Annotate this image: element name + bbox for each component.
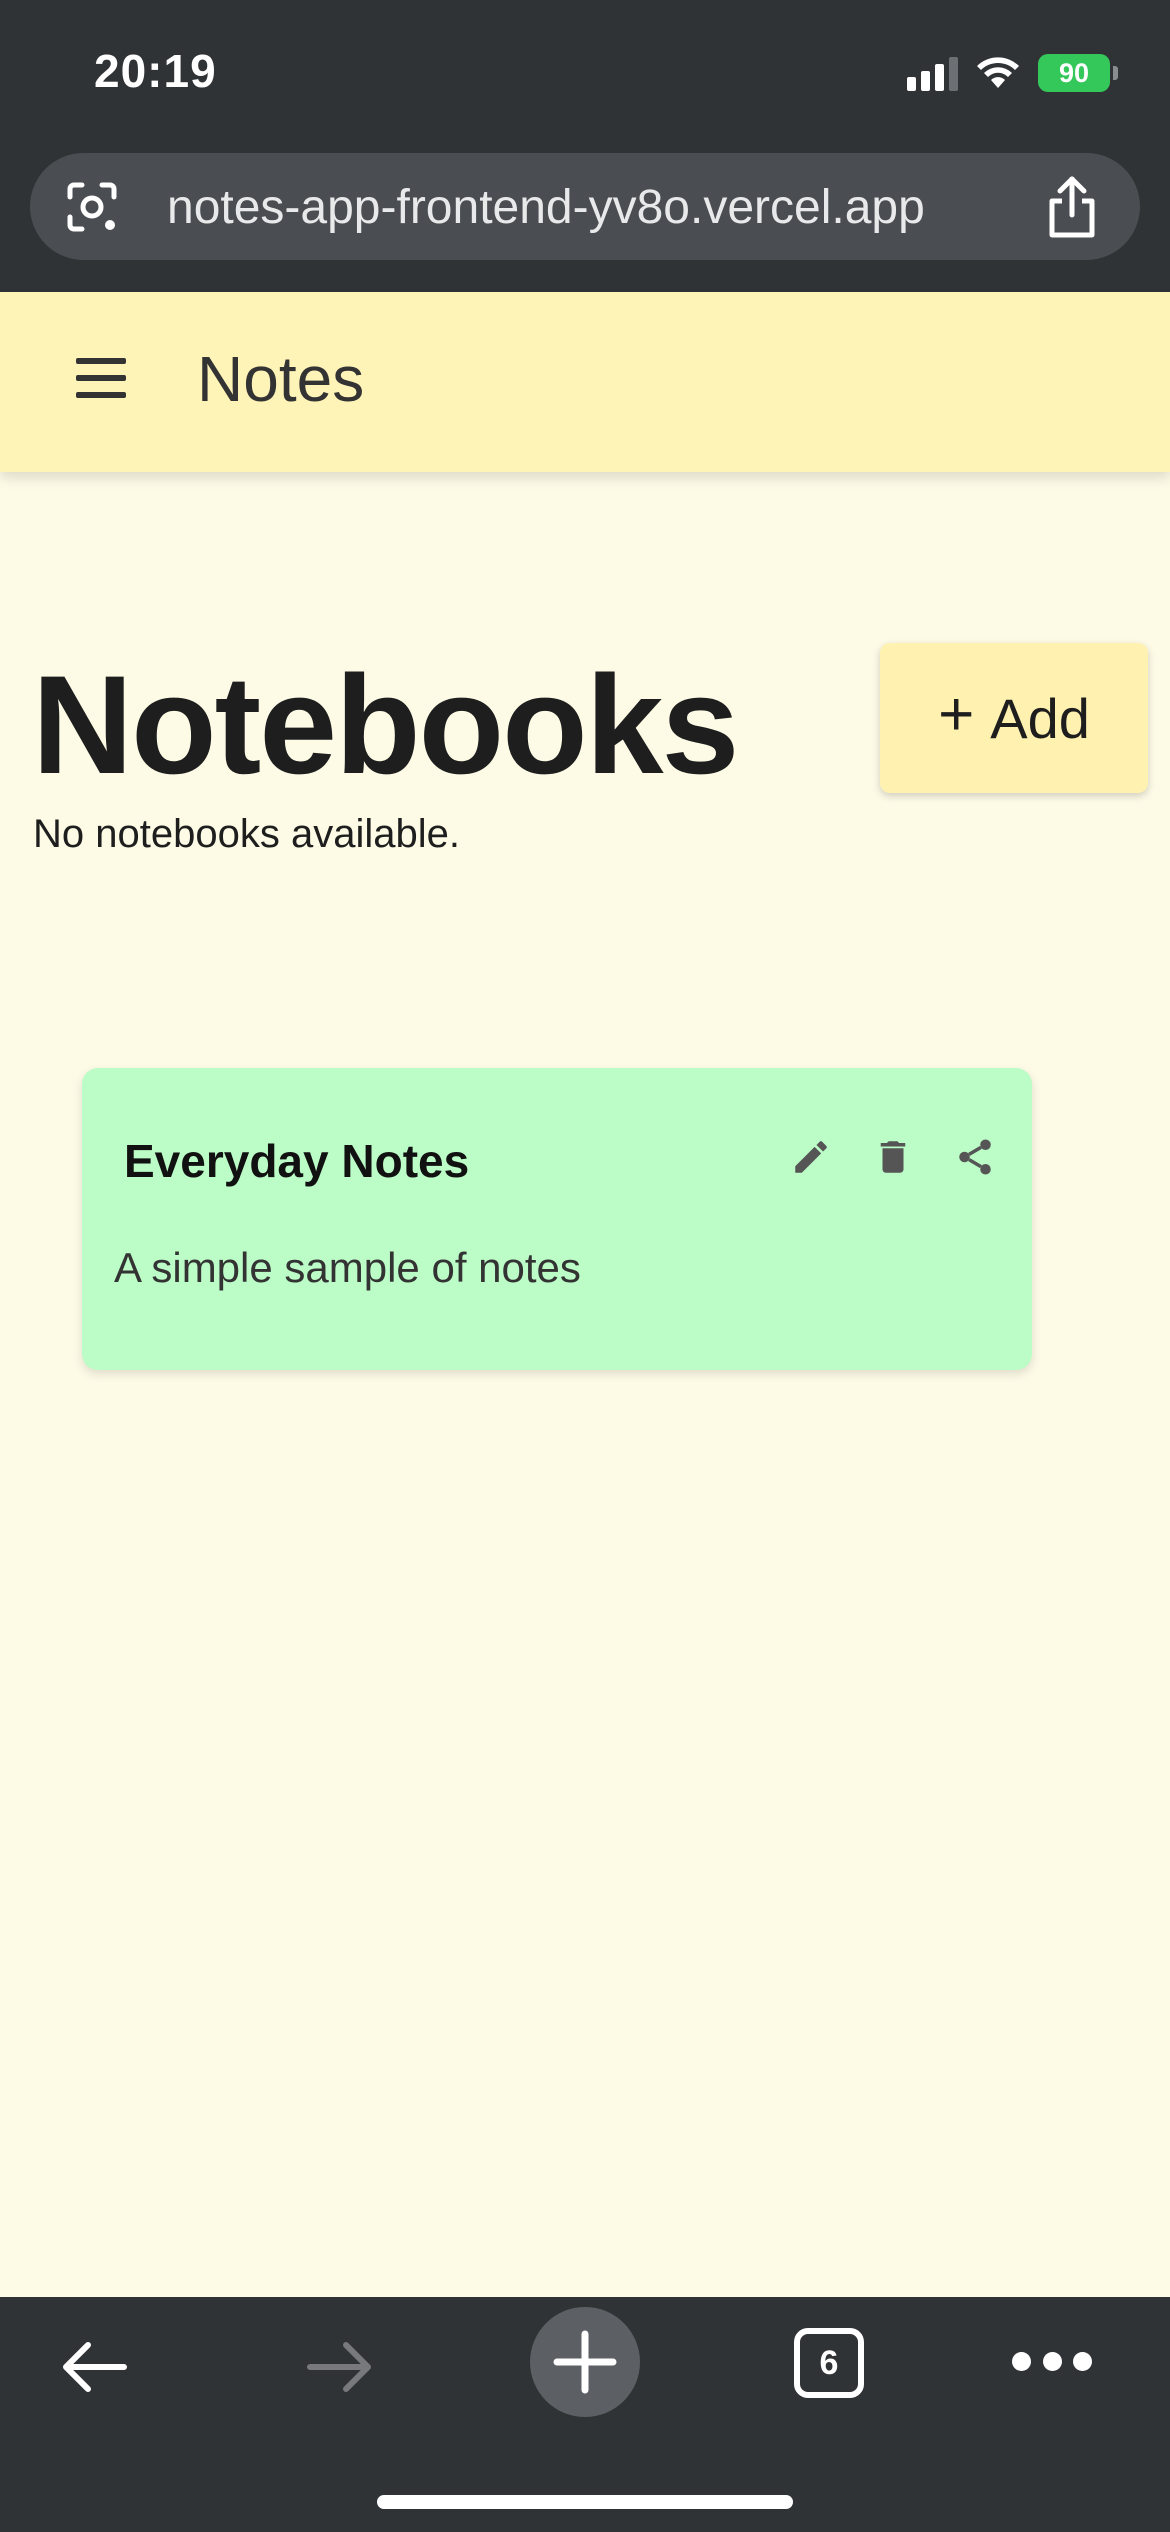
notebook-card[interactable]: Everyday Notes A simple sample of notes [82, 1068, 1032, 1370]
status-icons: 90 [907, 50, 1118, 96]
battery-charging-icon: 90 [1038, 54, 1118, 92]
share-icon[interactable] [954, 1136, 996, 1178]
browser-bottom-toolbar: 6 [0, 2297, 1170, 2532]
status-bar: 20:19 90 [0, 0, 1170, 150]
home-indicator [377, 2495, 793, 2509]
page-title: Notebooks [32, 646, 739, 803]
notebook-actions [790, 1136, 996, 1178]
address-bar[interactable]: notes-app-frontend-yv8o.vercel.app [30, 153, 1140, 260]
app-header: Notes [0, 292, 1170, 472]
tabs-icon[interactable]: 6 [794, 2328, 864, 2398]
add-button-label: Add [990, 686, 1090, 750]
status-time: 20:19 [94, 45, 217, 97]
browser-top-chrome: 20:19 90 notes-app-frontend-yv8o.vercel.… [0, 0, 1170, 292]
notebook-description: A simple sample of notes [114, 1244, 581, 1291]
forward-arrow-icon[interactable] [304, 2335, 376, 2399]
empty-state-message: No notebooks available. [33, 812, 460, 856]
delete-trash-icon[interactable] [872, 1136, 914, 1178]
open-tabs-count: 6 [819, 2343, 839, 2382]
lens-icon[interactable] [64, 179, 120, 235]
battery-percent: 90 [1058, 57, 1090, 88]
notebook-title[interactable]: Everyday Notes [124, 1134, 469, 1188]
add-notebook-button[interactable]: + Add [880, 643, 1148, 793]
new-tab-button[interactable] [530, 2307, 640, 2417]
hamburger-menu-icon[interactable] [76, 358, 132, 406]
share-icon[interactable] [1044, 175, 1100, 239]
edit-pencil-icon[interactable] [790, 1136, 832, 1178]
new-tab-plus-icon [553, 2330, 617, 2394]
wifi-icon [977, 57, 1019, 88]
more-dots-icon[interactable] [1012, 2352, 1092, 2374]
plus-icon: + [938, 680, 975, 749]
back-arrow-icon[interactable] [58, 2335, 130, 2399]
cellular-signal-icon [907, 55, 958, 91]
url-text[interactable]: notes-app-frontend-yv8o.vercel.app [167, 180, 925, 235]
app-title: Notes [197, 343, 365, 415]
